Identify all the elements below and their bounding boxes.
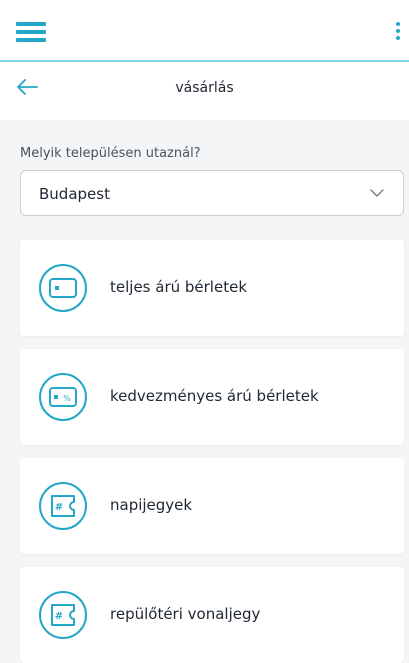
discount-pass-icon: % (39, 373, 87, 421)
svg-text:%: % (63, 394, 71, 403)
hamburger-menu-icon[interactable] (16, 22, 46, 42)
chevron-down-icon (370, 189, 384, 197)
top-app-bar (0, 0, 409, 62)
airport-ticket-icon: # (39, 591, 87, 639)
location-select[interactable]: Budapest (20, 170, 404, 216)
more-options-icon[interactable] (394, 18, 402, 44)
full-price-pass-icon (39, 264, 87, 312)
location-select-value: Budapest (39, 185, 110, 203)
location-question-label: Melyik településen utaznál? (20, 146, 201, 161)
svg-text:#: # (55, 502, 63, 513)
option-card-discount-pass[interactable]: % kedvezményes árú bérletek (20, 349, 404, 445)
option-card-daily-ticket[interactable]: # napijegyek (20, 458, 404, 554)
option-label: repülőtéri vonaljegy (110, 605, 261, 623)
svg-text:#: # (55, 611, 63, 622)
option-card-airport-ticket[interactable]: # repülőtéri vonaljegy (20, 567, 404, 663)
option-card-full-price-pass[interactable]: teljes árú bérletek (20, 240, 404, 336)
option-label: teljes árú bérletek (110, 278, 247, 296)
option-label: kedvezményes árú bérletek (110, 387, 319, 405)
daily-ticket-icon: # (39, 482, 87, 530)
page-title: vásárlás (175, 80, 234, 96)
option-label: napijegyek (110, 496, 193, 514)
